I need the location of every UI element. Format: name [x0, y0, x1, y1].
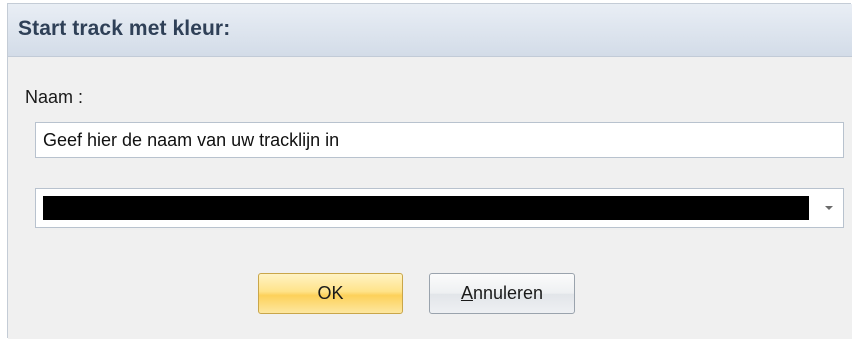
- ok-button-label: OK: [317, 283, 344, 303]
- dialog-title: Start track met kleur:: [18, 17, 231, 40]
- cancel-button[interactable]: Annuleren: [429, 273, 575, 314]
- ok-button[interactable]: OK: [258, 273, 403, 314]
- selected-color-swatch: [43, 196, 809, 220]
- chevron-down-icon[interactable]: [821, 201, 837, 215]
- name-label: Naam :: [25, 87, 84, 107]
- color-dropdown[interactable]: [35, 188, 844, 228]
- dialog-body: Naam : OK Annuleren: [8, 57, 852, 339]
- cancel-mnemonic: A: [460, 283, 473, 303]
- track-name-input[interactable]: [35, 122, 844, 158]
- cancel-button-label: nnuleren: [472, 283, 544, 303]
- dialog-header: Start track met kleur:: [8, 4, 852, 57]
- track-color-dialog: Start track met kleur: Naam : OK Annuler…: [7, 3, 852, 339]
